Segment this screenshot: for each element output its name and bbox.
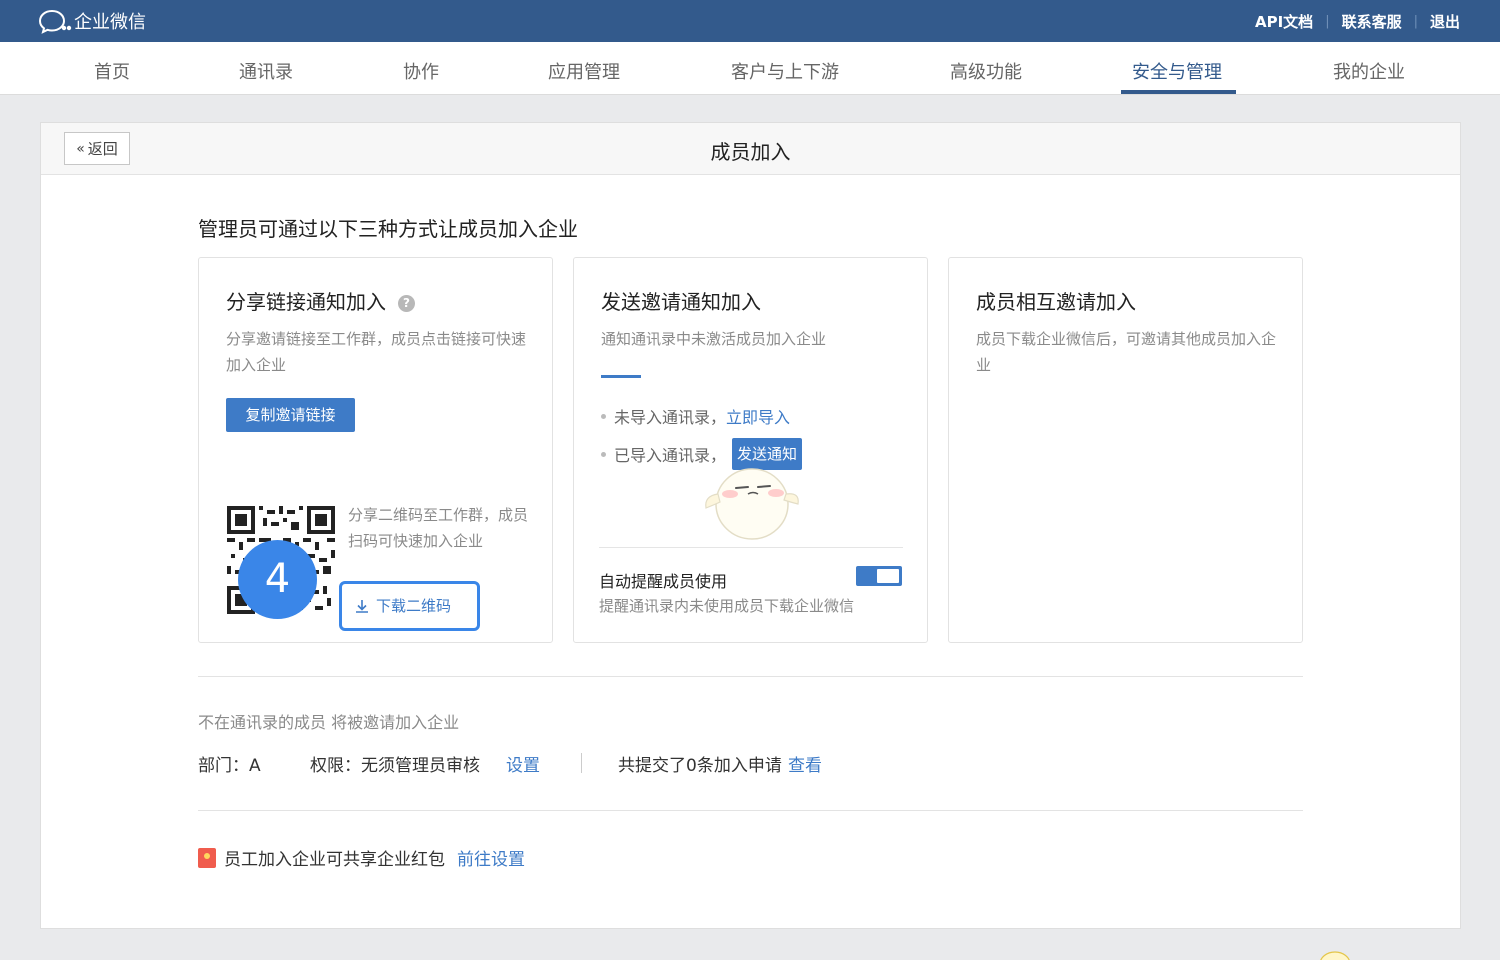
tab-contacts[interactable]: 通讯录 (239, 58, 293, 84)
download-icon (356, 599, 368, 613)
invite-note: 不在通讯录的成员 将被邀请加入企业 (198, 713, 460, 732)
tab-collaboration[interactable]: 协作 (403, 58, 439, 84)
divider: | (1413, 14, 1418, 29)
toggle-knob (877, 569, 899, 583)
card-title: 分享链接通知加入? (226, 286, 415, 315)
intro-text: 管理员可通过以下三种方式让成员加入企业 (198, 217, 578, 241)
logout-link[interactable]: 退出 (1430, 11, 1460, 32)
wecom-logo-icon (38, 9, 72, 34)
qr-description: 分享二维码至工作群，成员扫码可快速加入企业 (348, 506, 529, 550)
red-packet-text: 员工加入企业可共享企业红包 (224, 850, 445, 870)
accent-divider (601, 375, 641, 378)
red-packet-row: 员工加入企业可共享企业红包 前往设置 (198, 845, 525, 870)
card-divider (599, 547, 903, 548)
tab-security-management[interactable]: 安全与管理 (1132, 58, 1222, 84)
card-description: 分享邀请链接至工作群，成员点击链接可快速加入企业 (226, 330, 527, 374)
bullet-dot (601, 413, 606, 419)
divider: | (1325, 14, 1330, 29)
api-docs-link[interactable]: API文档 (1255, 11, 1313, 32)
red-packet-icon (198, 847, 216, 868)
bullet-dot (601, 451, 606, 457)
department-label: 部门：A (198, 756, 261, 776)
section-divider (198, 810, 1303, 811)
logo-text: 企业微信 (74, 12, 146, 33)
step-number-badge: 4 (238, 540, 317, 619)
contact-support-link[interactable]: 联系客服 (1342, 11, 1402, 32)
applications-count: 共提交了0条加入申请 (618, 756, 782, 776)
download-qr-label: 下载二维码 (376, 597, 452, 615)
view-applications-link[interactable]: 查看 (788, 751, 822, 776)
help-icon[interactable]: ? (398, 295, 415, 312)
bullet-not-imported: 未导入通讯录， 立即导入 (601, 404, 790, 428)
download-qr-button[interactable]: 下载二维码 (339, 581, 480, 631)
card-share-link: 分享链接通知加入? 分享邀请链接至工作群，成员点击链接可快速加入企业 复制邀请链… (198, 257, 553, 643)
tab-my-enterprise[interactable]: 我的企业 (1333, 58, 1405, 84)
import-now-link[interactable]: 立即导入 (726, 404, 790, 428)
tab-advanced[interactable]: 高级功能 (950, 58, 1022, 84)
card-title-text: 分享链接通知加入 (226, 290, 386, 314)
card-send-invite: 发送邀请通知加入 通知通讯录中未激活成员加入企业 未导入通讯录， 立即导入 已导… (573, 257, 928, 643)
corner-mascot-sticker (1320, 951, 1350, 960)
card-title: 成员相互邀请加入 (976, 290, 1136, 314)
tab-customers[interactable]: 客户与上下游 (731, 58, 839, 84)
download-qr-content: 下载二维码 (354, 595, 451, 616)
tab-home[interactable]: 首页 (94, 58, 130, 84)
card-description: 成员下载企业微信后，可邀请其他成员加入企业 (976, 330, 1277, 374)
main-nav: 首页 通讯录 协作 应用管理 客户与上下游 高级功能 安全与管理 我的企业 (0, 42, 1500, 95)
top-bar: 企业微信 API文档 | 联系客服 | 退出 (0, 0, 1500, 42)
bullet-text: 未导入通讯录， (614, 408, 727, 427)
permission-label: 权限：无须管理员审核 (310, 756, 480, 776)
auto-remind-label: 自动提醒成员使用 (599, 572, 728, 591)
logo[interactable]: 企业微信 (38, 8, 146, 34)
card-title: 发送邀请通知加入 (601, 290, 761, 314)
top-links: API文档 | 联系客服 | 退出 (1255, 11, 1460, 32)
mascot-sticker (705, 468, 799, 540)
page-title: 成员加入 (710, 140, 791, 164)
panel-header: « 返回 成员加入 (41, 123, 1460, 175)
card-mutual-invite: 成员相互邀请加入 成员下载企业微信后，可邀请其他成员加入企业 (948, 257, 1303, 643)
section-divider (198, 676, 1303, 677)
permission-settings-link[interactable]: 设置 (506, 751, 540, 776)
divider (581, 753, 582, 773)
auto-remind-description: 提醒通讯录内未使用成员下载企业微信 (599, 597, 855, 615)
active-tab-indicator (1121, 90, 1236, 94)
tab-app-management[interactable]: 应用管理 (548, 58, 620, 84)
go-to-settings-link[interactable]: 前往设置 (457, 845, 525, 870)
member-join-panel: « 返回 成员加入 管理员可通过以下三种方式让成员加入企业 分享链接通知加入? … (40, 122, 1461, 929)
card-description: 通知通讯录中未激活成员加入企业 (601, 330, 827, 348)
auto-remind-toggle[interactable] (856, 566, 902, 586)
copy-invite-link-button[interactable]: 复制邀请链接 (226, 398, 355, 432)
